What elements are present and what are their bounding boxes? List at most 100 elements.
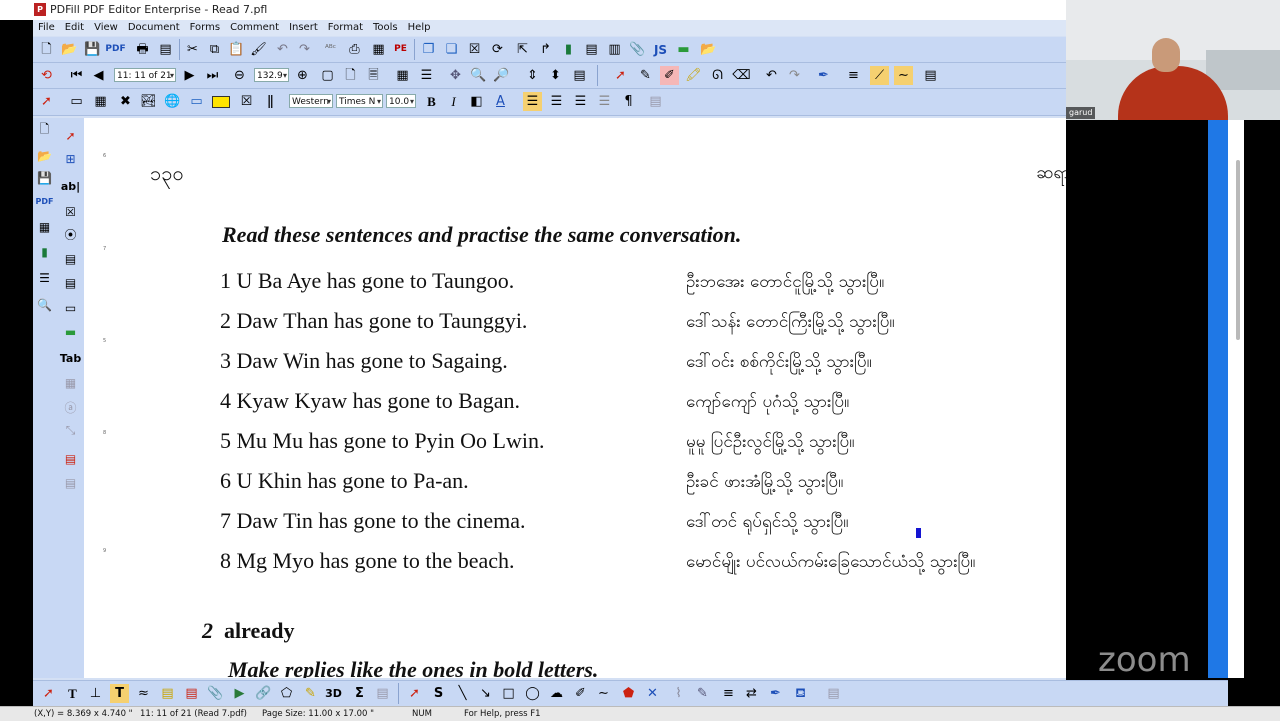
red-pen-icon[interactable]: ✐ <box>660 66 679 85</box>
pan-icon[interactable]: ✥ <box>446 66 465 85</box>
add-field-icon[interactable]: ⊞ <box>61 149 80 168</box>
last-page-icon[interactable]: ⏭ <box>203 66 222 85</box>
refresh-icon[interactable]: ⟲ <box>37 66 56 85</box>
resize-icon[interactable]: ⤡ <box>61 421 80 440</box>
text-box-icon[interactable]: T <box>110 684 129 703</box>
text-field-tool-icon[interactable]: ▭ <box>67 92 86 111</box>
stroke-color-icon[interactable]: ✒ <box>766 684 785 703</box>
yellow-rectangle-icon[interactable] <box>211 92 230 111</box>
grid-tool-icon[interactable]: ▦ <box>91 92 110 111</box>
fill-bucket-icon[interactable]: ⛾ <box>791 684 810 703</box>
menu-edit[interactable]: Edit <box>60 20 89 36</box>
paragraph-icon[interactable]: ¶ <box>619 92 638 111</box>
delete-x-icon[interactable]: ✖ <box>116 92 135 111</box>
eraser-icon[interactable]: ⌫ <box>732 66 751 85</box>
book-icon[interactable]: ▮ <box>35 242 54 261</box>
undo-icon[interactable]: ↶ <box>273 40 292 59</box>
menu-format[interactable]: Format <box>323 20 368 36</box>
annot-properties-icon[interactable]: ▤ <box>824 684 843 703</box>
line-width-icon[interactable]: ≡ <box>844 66 863 85</box>
ellipse-icon[interactable]: ◯ <box>523 684 542 703</box>
open-doc-icon[interactable]: 📂 <box>35 146 54 165</box>
tab-order-icon[interactable]: Tab <box>60 349 81 368</box>
menu-view[interactable]: View <box>89 20 123 36</box>
new-file-icon[interactable]: 🗋 <box>37 40 56 59</box>
undo-ink-icon[interactable]: ↶ <box>762 66 781 85</box>
stack-icon[interactable]: ☰ <box>35 268 54 287</box>
stroke-icon[interactable]: ⟋ <box>870 66 889 85</box>
thumbnails-icon[interactable]: ▦ <box>393 66 412 85</box>
save-doc-icon[interactable]: 💾 <box>35 168 54 187</box>
italic-icon[interactable]: I <box>444 92 463 111</box>
vertical-scrollbar[interactable] <box>1236 160 1240 340</box>
next-page-icon[interactable]: ▶ <box>180 66 199 85</box>
stamp-icon[interactable]: ⊥ <box>86 684 105 703</box>
video-icon[interactable]: ▶ <box>230 684 249 703</box>
pencil-icon[interactable]: ✎ <box>636 66 655 85</box>
font-color-icon[interactable]: A <box>491 92 510 111</box>
button-field-icon[interactable]: ▭ <box>61 298 80 317</box>
s-tool-icon[interactable]: S <box>429 684 448 703</box>
pointer-icon[interactable]: ➚ <box>37 92 56 111</box>
combo-box-icon[interactable]: ▤ <box>61 273 80 292</box>
pen-color-icon[interactable]: ✒ <box>814 66 833 85</box>
select-arrow-icon[interactable]: ➚ <box>611 66 630 85</box>
crossout-icon[interactable]: ✕ <box>643 684 662 703</box>
paste-icon[interactable]: 📋 <box>227 40 246 59</box>
javascript-icon[interactable]: JS <box>651 40 670 59</box>
pe-icon[interactable]: PE <box>391 40 410 59</box>
redo-ink-icon[interactable]: ↷ <box>785 66 804 85</box>
three-d-icon[interactable]: 3D <box>324 684 343 703</box>
justify-icon[interactable]: ☰ <box>595 92 614 111</box>
duplicate-page-icon[interactable]: ❏ <box>442 40 461 59</box>
open-file-icon[interactable]: 📂 <box>699 40 718 59</box>
spell-check-icon[interactable]: ᴬᴮᶜ <box>321 40 340 59</box>
align-fields-icon[interactable]: ▦ <box>61 373 80 392</box>
document-icon[interactable]: ▤ <box>582 40 601 59</box>
font-script-select[interactable]: Western <box>289 94 333 109</box>
print-preview-icon[interactable]: ▤ <box>156 40 175 59</box>
battery-icon[interactable]: ▬ <box>674 40 693 59</box>
zoom-tool-icon[interactable]: 🔍 <box>469 66 488 85</box>
curve-icon[interactable]: ∼ <box>594 684 613 703</box>
font-size-select[interactable]: 10.0 <box>386 94 416 109</box>
radio-button-icon[interactable]: ⦿ <box>61 225 80 244</box>
two-page-icon[interactable]: ⬍ <box>546 66 565 85</box>
menu-forms[interactable]: Forms <box>185 20 225 36</box>
menu-file[interactable]: File <box>33 20 60 36</box>
delete-page-icon[interactable]: ☒ <box>465 40 484 59</box>
save-icon[interactable]: 💾 <box>83 40 102 59</box>
layers-icon[interactable]: ☰ <box>417 66 436 85</box>
grid-icon[interactable]: ▦ <box>35 217 54 236</box>
bottom-properties-icon[interactable]: ▤ <box>373 684 392 703</box>
paperclip-icon[interactable]: 📎 <box>628 40 647 59</box>
menu-document[interactable]: Document <box>123 20 185 36</box>
measure-icon[interactable]: ✎ <box>693 684 712 703</box>
highlighter-icon[interactable]: 🖍 <box>684 66 703 85</box>
list-box-icon[interactable]: ▤ <box>61 249 80 268</box>
link-icon[interactable]: 🔗 <box>254 684 273 703</box>
print-icon[interactable]: 🖶 <box>133 40 152 59</box>
rectangle-icon[interactable]: □ <box>499 684 518 703</box>
sigma-icon[interactable]: Σ <box>350 684 369 703</box>
copy-icon[interactable]: ⧉ <box>205 40 224 59</box>
checkbox-icon[interactable]: ☒ <box>61 202 80 221</box>
menu-tools[interactable]: Tools <box>368 20 403 36</box>
fill-color-icon[interactable]: ◧ <box>467 92 486 111</box>
file-attach-icon[interactable]: ▤ <box>182 684 201 703</box>
format-painter-icon[interactable]: 🖌 <box>249 40 268 59</box>
bold-icon[interactable]: B <box>422 92 441 111</box>
previous-page-icon[interactable]: ◀ <box>89 66 108 85</box>
cut-icon[interactable]: ✂ <box>183 40 202 59</box>
align-right-icon[interactable]: ☰ <box>571 92 590 111</box>
arrow-style-icon[interactable]: ⇄ <box>742 684 761 703</box>
menu-help[interactable]: Help <box>403 20 436 36</box>
align-left-icon[interactable]: ☰ <box>523 92 542 111</box>
signature-icon[interactable]: ▬ <box>61 322 80 341</box>
barcode-icon[interactable]: ǁ <box>261 92 280 111</box>
arrow-line-icon[interactable]: ↘ <box>476 684 495 703</box>
rotate-page-icon[interactable]: ⟳ <box>488 40 507 59</box>
text-properties-icon[interactable]: ▤ <box>646 92 665 111</box>
column-view-icon[interactable]: ⇕ <box>523 66 542 85</box>
draw-icon[interactable]: ✎ <box>301 684 320 703</box>
